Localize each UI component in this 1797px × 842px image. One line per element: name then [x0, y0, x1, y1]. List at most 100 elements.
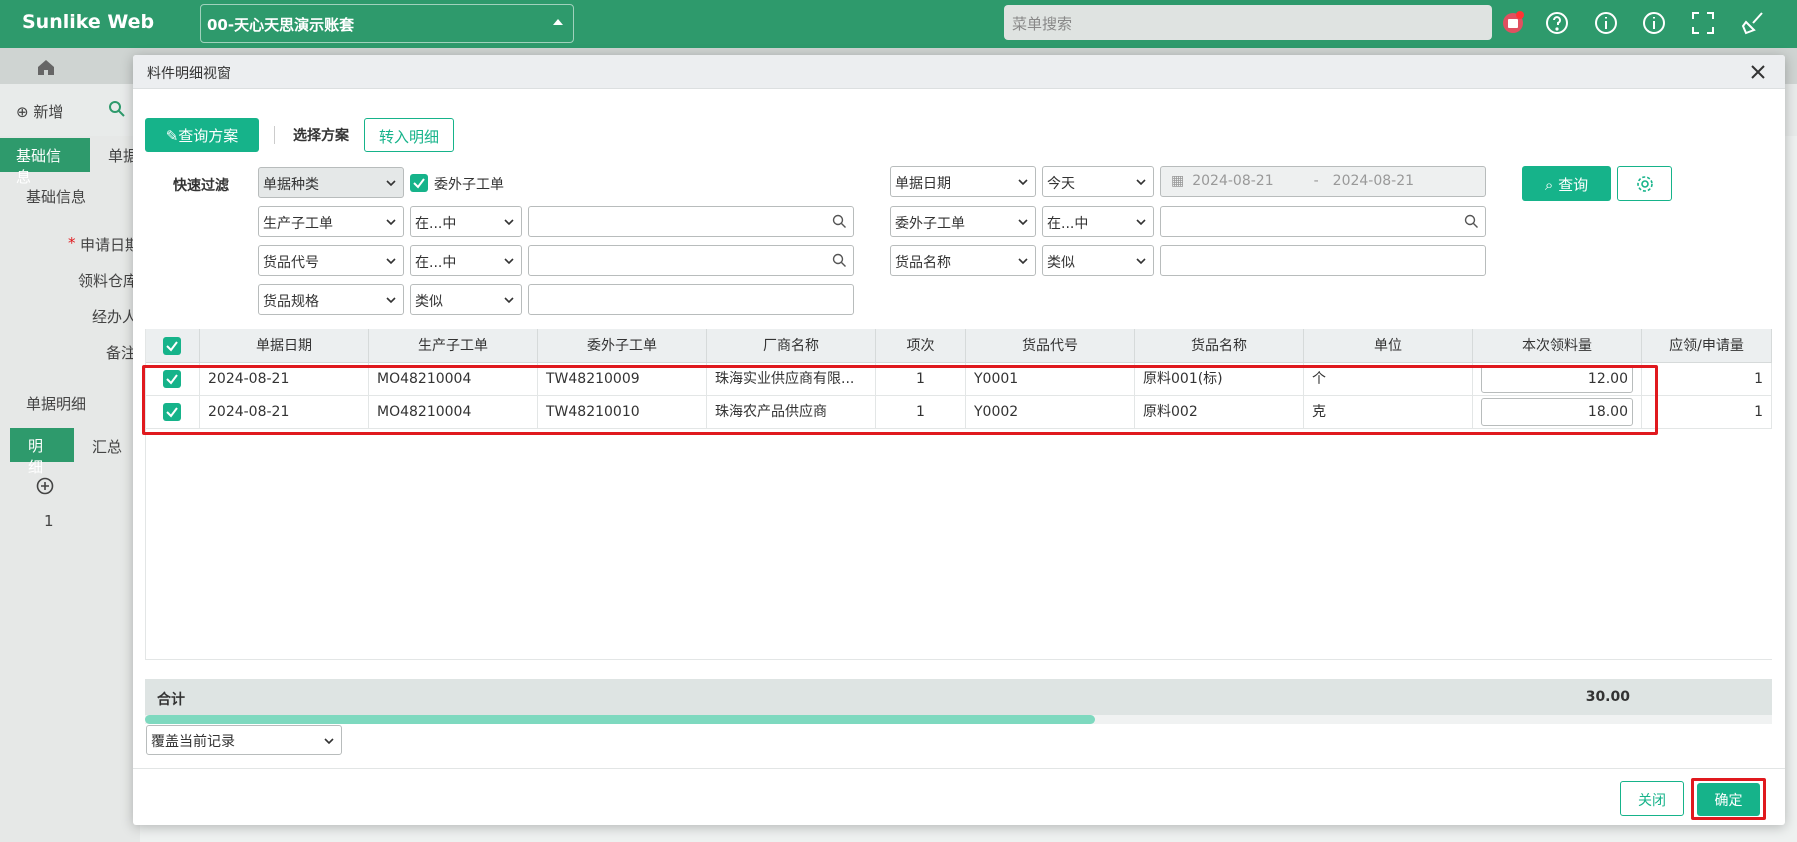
filter-value-input[interactable]: [528, 284, 854, 315]
search-icon[interactable]: [832, 253, 847, 268]
doc-date-value: 单据日期: [895, 176, 951, 192]
filter-op-value: 在...中: [415, 216, 457, 232]
form-label: 备注: [106, 344, 137, 362]
search-icon[interactable]: [1464, 214, 1479, 229]
close-icon[interactable]: [1749, 63, 1767, 81]
filter-op-value: 类似: [1047, 255, 1075, 271]
add-row-icon[interactable]: [36, 477, 54, 495]
select-all-checkbox[interactable]: [163, 337, 181, 355]
column-header[interactable]: 货品名称: [1135, 329, 1304, 363]
help-icon[interactable]: [1544, 10, 1570, 36]
filter-op-select[interactable]: 类似: [410, 284, 522, 315]
filter-field-value: 委外子工单: [895, 216, 965, 232]
section-detail: 单据明细: [26, 395, 87, 413]
form-label: 经办人: [92, 308, 138, 326]
chevron-down-icon: [324, 738, 334, 745]
close-button[interactable]: 关闭: [1620, 781, 1684, 816]
subcontract-checkbox-label: 委外子工单: [434, 177, 504, 193]
column-header[interactable]: 项次: [876, 329, 966, 363]
filter-value-input[interactable]: [1160, 245, 1486, 276]
cell-req: 1: [1642, 363, 1772, 396]
subcontract-checkbox[interactable]: [410, 174, 428, 192]
tab-basic-info[interactable]: 基础信息: [0, 138, 90, 186]
date-separator: -: [1313, 173, 1319, 189]
column-header[interactable]: 货品代号: [966, 329, 1135, 363]
chevron-down-icon: [504, 258, 514, 265]
total-row: 合计 30.00: [145, 679, 1772, 716]
transfer-detail-button[interactable]: 转入明细: [364, 118, 454, 152]
ok-highlight: [1691, 778, 1766, 820]
chevron-down-icon: [386, 180, 396, 187]
date-preset-value: 今天: [1047, 176, 1075, 192]
tool-icon: ✎: [165, 127, 179, 145]
date-range-input[interactable]: ▦ 2024-08-21-2024-08-21: [1160, 166, 1486, 197]
filter-field-select[interactable]: 委外子工单: [890, 206, 1036, 237]
material-detail-dialog: 料件明细视窗 ✎查询方案 选择方案 转入明细 快速过滤 单据种类 委外子工单 生…: [133, 55, 1785, 825]
settings-button[interactable]: [1617, 166, 1672, 201]
filter-field-value: 货品名称: [895, 255, 951, 271]
filter-value-input[interactable]: [528, 206, 854, 237]
column-header[interactable]: 单据日期: [200, 329, 369, 363]
date-from: 2024-08-21: [1192, 173, 1274, 189]
filter-field-select[interactable]: 货品名称: [890, 245, 1036, 276]
notification-icon[interactable]: [1500, 10, 1526, 36]
info-icon[interactable]: [1641, 10, 1667, 36]
filter-value-input[interactable]: [1160, 206, 1486, 237]
new-label: 新增: [33, 103, 64, 121]
account-name: 00-天心天思演示账套: [207, 16, 355, 34]
fullscreen-icon[interactable]: [1690, 10, 1716, 36]
column-header[interactable]: 委外子工单: [538, 329, 707, 363]
footer-divider: [133, 768, 1785, 769]
column-header[interactable]: 单位: [1304, 329, 1473, 363]
form-label: 申请日期: [80, 236, 141, 254]
broom-icon[interactable]: [1740, 10, 1766, 36]
doc-date-select[interactable]: 单据日期: [890, 166, 1036, 197]
query-plan-label: 查询方案: [178, 127, 239, 145]
column-header[interactable]: 厂商名称: [707, 329, 876, 363]
column-header[interactable]: 本次领料量: [1473, 329, 1642, 363]
row-number: 1: [44, 512, 54, 530]
query-plan-button[interactable]: ✎查询方案: [145, 118, 259, 152]
horizontal-scrollbar[interactable]: [145, 715, 1095, 724]
column-header[interactable]: 应领/申请量: [1642, 329, 1772, 363]
chevron-down-icon: [1018, 179, 1028, 186]
doc-type-value: 单据种类: [263, 177, 319, 193]
gear-icon: [1636, 176, 1653, 192]
chevron-down-icon: [504, 219, 514, 226]
date-preset-select[interactable]: 今天: [1042, 166, 1154, 197]
filter-field-value: 生产子工单: [263, 216, 333, 232]
select-plan-label[interactable]: 选择方案: [293, 125, 349, 145]
select-all-header[interactable]: [145, 329, 200, 363]
search-icon[interactable]: [832, 214, 847, 229]
filter-op-select[interactable]: 在...中: [1042, 206, 1154, 237]
account-selector[interactable]: 00-天心天思演示账套: [200, 4, 574, 43]
filter-field-select[interactable]: 生产子工单: [258, 206, 404, 237]
filter-value-input[interactable]: [528, 245, 854, 276]
date-to: 2024-08-21: [1332, 173, 1415, 189]
chevron-down-icon: [386, 219, 396, 226]
info-icon[interactable]: [1593, 10, 1619, 36]
search-icon: ⌕: [1544, 176, 1559, 194]
filter-field-select[interactable]: 货品规格: [258, 284, 404, 315]
overwrite-mode-value: 覆盖当前记录: [151, 734, 235, 750]
tab-detail[interactable]: 明细: [10, 428, 74, 476]
filter-field-select[interactable]: 货品代号: [258, 245, 404, 276]
overwrite-mode-select[interactable]: 覆盖当前记录: [146, 725, 342, 755]
query-button[interactable]: ⌕ 查询: [1522, 166, 1611, 201]
filter-op-select[interactable]: 在...中: [410, 206, 522, 237]
selection-highlight: [142, 365, 1658, 435]
chevron-down-icon: [1018, 219, 1028, 226]
new-button[interactable]: ⊕ 新增: [16, 101, 63, 122]
search-icon[interactable]: [108, 100, 126, 118]
filter-op-select[interactable]: 在...中: [410, 245, 522, 276]
column-header[interactable]: 生产子工单: [369, 329, 538, 363]
filter-field-value: 货品代号: [263, 255, 319, 271]
home-icon[interactable]: [36, 58, 56, 76]
chevron-down-icon: [1136, 219, 1146, 226]
tab-summary[interactable]: 汇总: [92, 436, 122, 457]
form-label: 领料仓库: [78, 272, 139, 290]
filter-op-value: 在...中: [415, 255, 457, 271]
menu-search-input[interactable]: 菜单搜索: [1004, 5, 1492, 40]
filter-op-select[interactable]: 类似: [1042, 245, 1154, 276]
doc-type-select[interactable]: 单据种类: [258, 167, 404, 198]
